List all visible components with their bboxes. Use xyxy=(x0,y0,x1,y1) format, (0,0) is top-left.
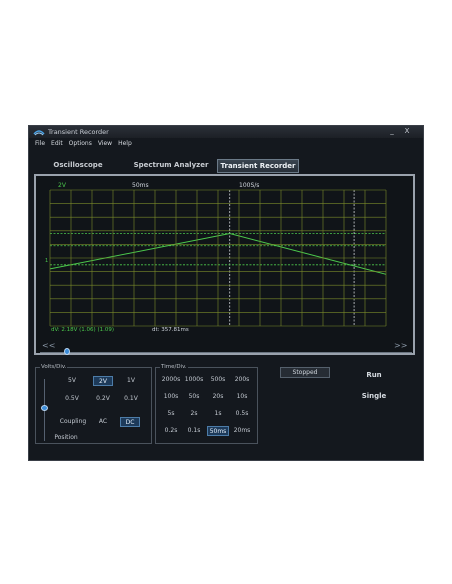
time-option[interactable]: 100s xyxy=(159,393,183,401)
dv-readout: dV: 2.18V (1.06) (1.09) xyxy=(51,327,114,333)
time-option[interactable]: 5s xyxy=(159,410,183,418)
coupling-ac-button[interactable]: AC xyxy=(95,418,111,426)
time-option[interactable]: 1000s xyxy=(182,376,206,384)
time-div-title: Time/Div. xyxy=(160,364,188,371)
scope-display[interactable]: 2V 50ms 100S/s 1 dV: 2.18V (1.06) (1.09)… xyxy=(34,174,415,355)
time-option[interactable]: 0.2s xyxy=(159,427,183,435)
title-bar: Transient Recorder _ X xyxy=(29,126,423,138)
volts-option[interactable]: 0.5V xyxy=(62,395,82,403)
time-option[interactable]: 20ms xyxy=(230,427,254,435)
tab-oscilloscope[interactable]: Oscilloscope xyxy=(47,159,109,171)
menu-file[interactable]: File xyxy=(35,139,45,149)
volts-option[interactable]: 0.1V xyxy=(121,395,141,403)
dt-readout: dt: 357.81ms xyxy=(152,327,189,333)
coupling-label: Coupling xyxy=(59,418,87,425)
scroll-thumb[interactable] xyxy=(64,348,70,355)
volts-div-panel: Volts/Div. 5V 2V 1V 0.5V 0.2V 0.1V Coupl… xyxy=(35,364,152,444)
menu-edit[interactable]: Edit xyxy=(51,139,63,149)
close-button[interactable]: X xyxy=(401,126,413,136)
volts-option-selected[interactable]: 2V xyxy=(93,376,113,386)
time-option[interactable]: 500s xyxy=(206,376,230,384)
time-option[interactable]: 1s xyxy=(206,410,230,418)
menu-options[interactable]: Options xyxy=(69,139,92,149)
tab-spectrum-analyzer[interactable]: Spectrum Analyzer xyxy=(133,159,209,171)
time-option[interactable]: 2s xyxy=(182,410,206,418)
ground-marker: 1 xyxy=(45,258,48,264)
app-window: Transient Recorder _ X File Edit Options… xyxy=(28,125,424,461)
scroll-track[interactable] xyxy=(40,352,412,353)
coupling-dc-button[interactable]: DC xyxy=(120,417,140,427)
time-div-panel: Time/Div. 2000s 1000s 500s 200s 100s 50s… xyxy=(155,364,258,444)
volts-option[interactable]: 5V xyxy=(62,377,82,385)
menu-view[interactable]: View xyxy=(98,139,112,149)
position-slider-knob[interactable] xyxy=(41,405,48,411)
time-option[interactable]: 50s xyxy=(182,393,206,401)
menu-help[interactable]: Help xyxy=(118,139,132,149)
time-scrollbar[interactable]: << >> xyxy=(34,341,415,355)
mode-tabs: Oscilloscope Spectrum Analyzer Transient… xyxy=(29,156,423,173)
tab-transient-recorder[interactable]: Transient Recorder xyxy=(217,159,299,173)
time-option[interactable]: 2000s xyxy=(159,376,183,384)
time-option[interactable]: 0.5s xyxy=(230,410,254,418)
time-option[interactable]: 20s xyxy=(206,393,230,401)
position-label: Position xyxy=(54,434,78,441)
single-button[interactable]: Single xyxy=(357,391,391,401)
time-option[interactable]: 200s xyxy=(230,376,254,384)
volts-option[interactable]: 0.2V xyxy=(93,395,113,403)
scope-grid: 2V 50ms 100S/s 1 dV: 2.18V (1.06) (1.09)… xyxy=(45,182,387,333)
sample-rate-readout: 100S/s xyxy=(239,182,259,189)
status-indicator: Stopped xyxy=(280,367,330,378)
time-option[interactable]: 0.1s xyxy=(182,427,206,435)
scroll-left-button[interactable]: << xyxy=(42,341,55,351)
time-option[interactable]: 10s xyxy=(230,393,254,401)
volts-div-title: Volts/Div. xyxy=(40,364,68,371)
minimize-button[interactable]: _ xyxy=(386,126,398,136)
time-div-readout: 50ms xyxy=(132,182,149,189)
window-title: Transient Recorder xyxy=(48,128,109,136)
run-button[interactable]: Run xyxy=(359,370,389,380)
volts-option[interactable]: 1V xyxy=(121,377,141,385)
scroll-right-button[interactable]: >> xyxy=(394,341,407,351)
time-option-selected[interactable]: 50ms xyxy=(207,426,229,436)
app-logo-icon xyxy=(33,130,45,136)
menu-bar: File Edit Options View Help xyxy=(29,139,423,149)
volts-div-readout: 2V xyxy=(58,182,67,189)
